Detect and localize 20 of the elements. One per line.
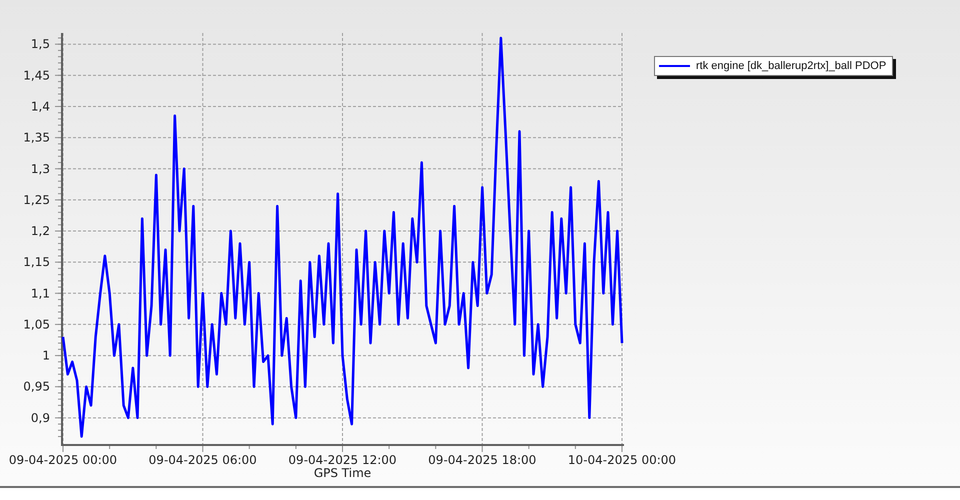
y-tick-label: 1 [42,348,50,363]
y-tick-label: 1,15 [23,255,50,270]
y-tick-label: 1,4 [30,99,50,114]
y-tick-label: 1,3 [30,162,50,176]
y-tick-label: 1,35 [23,130,50,145]
x-axis-title: GPS Time [314,466,372,480]
x-tick-label: 09-04-2025 00:00 [8,453,118,467]
x-tick-label: 09-04-2025 12:00 [288,453,397,467]
y-tick-label: 1,25 [23,192,50,207]
y-tick-label: 0,95 [23,380,50,394]
x-tick-label: 09-04-2025 06:00 [148,453,257,467]
y-tick-label: 1,45 [23,68,50,82]
y-tick-label: 0,9 [30,410,50,425]
y-tick-label: 1,2 [30,224,50,238]
y-tick-label: 1,5 [30,37,50,52]
y-tick-label: 1,1 [30,286,50,300]
y-tick-label: 1,05 [23,317,50,332]
x-tick-label: 09-04-2025 18:00 [428,453,536,467]
legend-label: rtk engine [dk_ballerup2rtx]_ball PDOP [696,60,886,72]
x-tick-label: 10-04-2025 00:00 [568,453,676,467]
